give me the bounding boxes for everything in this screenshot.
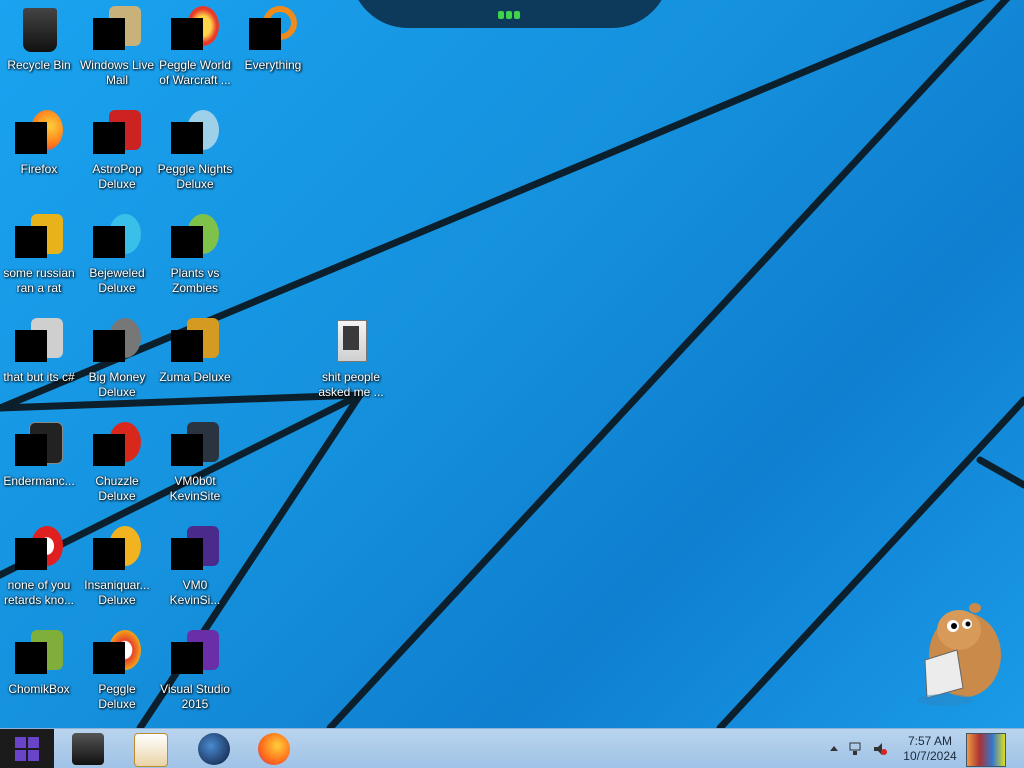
desktop-icon-peggle-deluxe[interactable]: Peggle Deluxe	[78, 624, 156, 712]
desktop-icon-astropop[interactable]: AstroPop Deluxe	[78, 104, 156, 192]
desktop-icon-firefox[interactable]: Firefox	[0, 104, 78, 177]
notification-thumbnail-icon[interactable]	[966, 733, 1006, 767]
desktop-icon-vm0b0t-kevinsite[interactable]: VM0b0t KevinSite	[156, 416, 234, 504]
shortcut-icon	[15, 214, 63, 262]
volume-muted-icon[interactable]	[872, 741, 888, 757]
desktop-icon-chuzzle[interactable]: Chuzzle Deluxe	[78, 416, 156, 504]
desktop-icon-endermanc[interactable]: Endermanc...	[0, 416, 78, 489]
big-money-icon	[93, 318, 141, 366]
pvz-icon	[171, 214, 219, 262]
desktop-icon-windows-live-mail[interactable]: Windows Live Mail	[78, 0, 156, 88]
desktop-icon-folder[interactable]: shit people asked me ...	[312, 312, 390, 400]
app-icon	[15, 422, 63, 470]
zuma-icon	[171, 318, 219, 366]
hamster-gadget	[917, 603, 1001, 706]
desktop-icon-some-russian[interactable]: some russian ran a rat	[0, 208, 78, 296]
clock-time: 7:57 AM	[907, 734, 953, 748]
windows-logo-icon	[15, 737, 39, 761]
desktop-icon-bejeweled[interactable]: Bejeweled Deluxe	[78, 208, 156, 296]
taskbar: 7:57 AM 10/7/2024	[0, 728, 1024, 768]
desktop-icon-zuma[interactable]: Zuma Deluxe	[156, 312, 234, 385]
insaniquarium-icon	[93, 526, 141, 574]
show-hidden-icons-chevron-icon[interactable]	[826, 741, 842, 757]
recycle-bin-icon	[15, 6, 63, 54]
vm-icon	[171, 422, 219, 470]
desktop-icon-peggle-wow[interactable]: Peggle World of Warcraft ...	[156, 0, 234, 88]
chomikbox-icon	[15, 630, 63, 678]
mail-icon	[93, 6, 141, 54]
desktop-icon-none-of-you[interactable]: none of you retards kno...	[0, 520, 78, 608]
firefox-icon[interactable]	[258, 733, 290, 765]
desktop-icon-peggle-nights[interactable]: Peggle Nights Deluxe	[156, 104, 234, 192]
vm-icon	[171, 526, 219, 574]
peggle-nights-icon	[171, 110, 219, 158]
search-everything-icon	[249, 6, 297, 54]
desktop-icon-plants-vs-zombies[interactable]: Plants vs Zombies	[156, 208, 234, 296]
media-player-icon[interactable]	[134, 733, 168, 767]
astropop-icon	[93, 110, 141, 158]
bejeweled-icon	[93, 214, 141, 262]
desktop-icon-insaniquarium[interactable]: Insaniquar... Deluxe	[78, 520, 156, 608]
chuzzle-icon	[93, 422, 141, 470]
desktop-icon-that-but-csharp[interactable]: that but its c#	[0, 312, 78, 385]
visual-studio-icon	[171, 630, 219, 678]
peggle-icon	[93, 630, 141, 678]
shortcut-icon	[15, 318, 63, 366]
desktop-icon-chomikbox[interactable]: ChomikBox	[0, 624, 78, 697]
desktop-icon-recycle-bin[interactable]: Recycle Bin	[0, 0, 78, 73]
desktop-icon-visual-studio[interactable]: Visual Studio 2015	[156, 624, 234, 712]
terminal-icon[interactable]	[72, 733, 104, 765]
clock[interactable]: 7:57 AM 10/7/2024	[900, 734, 960, 764]
peggle-wow-icon	[171, 6, 219, 54]
desktop-icon-vm0-kevinsi[interactable]: VM0 KevinSi...	[156, 520, 234, 608]
desktop-icon-big-money[interactable]: Big Money Deluxe	[78, 312, 156, 400]
shortcut-icon	[15, 526, 63, 574]
network-icon[interactable]	[848, 741, 864, 757]
notch-indicator	[498, 6, 526, 19]
desktop-icon-everything[interactable]: Everything	[234, 0, 312, 73]
desktop[interactable]: Recycle Bin Firefox some russian ran a r…	[0, 0, 1024, 728]
firefox-icon	[15, 110, 63, 158]
folder-icon	[327, 318, 375, 366]
start-button[interactable]	[0, 729, 54, 768]
clock-date: 10/7/2024	[903, 749, 957, 763]
globe-icon[interactable]	[198, 733, 230, 765]
